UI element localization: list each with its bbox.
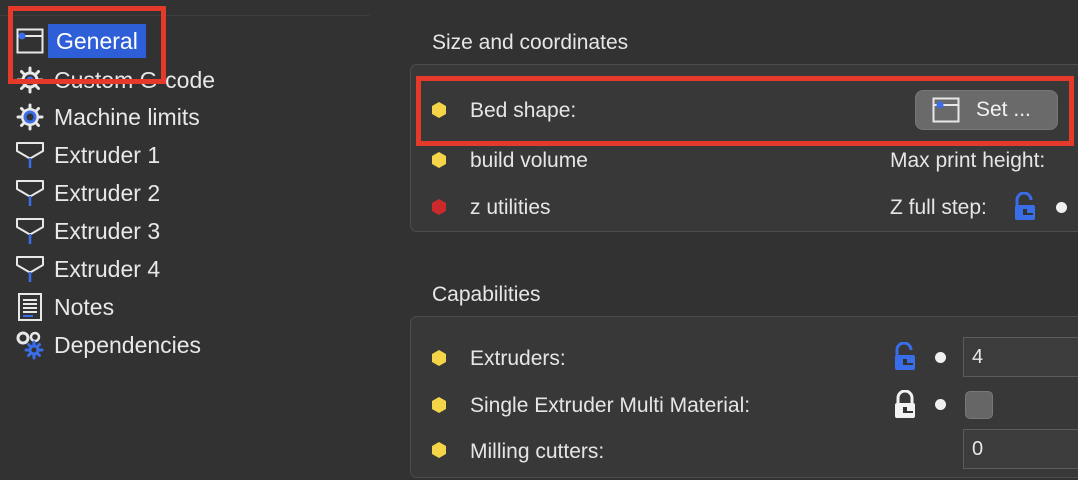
expert-mode-bullet-icon: [432, 199, 446, 215]
sidebar-item-label: Notes: [54, 294, 115, 320]
extruder-icon: [14, 177, 46, 209]
z-utilities-label: z utilities: [470, 196, 551, 219]
simple-mode-bullet-icon: [432, 442, 446, 458]
simple-mode-bullet-icon: [432, 350, 446, 366]
sidebar-item-notes[interactable]: Notes: [14, 289, 114, 325]
simple-mode-bullet-icon: [432, 102, 446, 118]
gear-limit-icon: [14, 101, 46, 133]
extruder-icon: [14, 215, 46, 247]
sidebar-item-extruder-2[interactable]: Extruder 2: [14, 175, 160, 211]
set-button-label: Set ...: [976, 98, 1031, 121]
unlock-icon[interactable]: [1013, 192, 1039, 222]
max-print-height-label: Max print height:: [890, 149, 1046, 172]
sidebar-item-extruder-3[interactable]: Extruder 3: [14, 213, 160, 249]
sidebar-item-label: Extruder 1: [54, 142, 161, 168]
single-extruder-mm-label: Single Extruder Multi Material:: [470, 394, 751, 417]
bed-shape-icon: [932, 97, 960, 123]
sidebar-item-label: Extruder 4: [54, 256, 161, 282]
general-page-icon: [14, 25, 46, 57]
value-system-dot: [935, 352, 946, 363]
dependencies-icon: [14, 329, 46, 361]
extruders-label: Extruders:: [470, 347, 566, 370]
sidebar-item-label: Dependencies: [54, 332, 202, 358]
sidebar-item-extruder-4[interactable]: Extruder 4: [14, 251, 160, 287]
settings-sidebar: General Custom G-code Machine limits Ext…: [0, 0, 370, 480]
extruders-count-input[interactable]: 4: [963, 337, 1078, 377]
sidebar-item-dependencies[interactable]: Dependencies: [14, 327, 201, 363]
extruder-icon: [14, 139, 46, 171]
single-extruder-mm-checkbox[interactable]: [965, 391, 993, 419]
sidebar-item-label: Machine limits: [54, 104, 200, 130]
lock-icon[interactable]: [892, 390, 918, 420]
build-volume-label: build volume: [470, 149, 588, 172]
sidebar-item-label: General: [48, 24, 146, 58]
sidebar-item-label: Custom G-code: [54, 67, 216, 93]
unlock-icon[interactable]: [893, 342, 919, 372]
milling-cutters-label: Milling cutters:: [470, 440, 605, 463]
sidebar-item-machine-limits[interactable]: Machine limits: [14, 99, 200, 135]
sidebar-item-custom-gcode[interactable]: Custom G-code: [14, 62, 215, 98]
gear-icon: [14, 64, 46, 96]
milling-cutters-input[interactable]: 0: [963, 429, 1078, 469]
bed-shape-set-button[interactable]: Set ...: [915, 90, 1058, 130]
sidebar-item-label: Extruder 2: [54, 180, 161, 206]
value-system-dot: [1056, 202, 1067, 213]
extruder-icon: [14, 253, 46, 285]
section-title-size: Size and coordinates: [432, 31, 629, 54]
sidebar-divider: [0, 15, 370, 16]
bed-shape-label: Bed shape:: [470, 99, 577, 122]
section-title-capabilities: Capabilities: [432, 283, 541, 306]
notes-icon: [14, 291, 46, 323]
value-system-dot: [935, 399, 946, 410]
simple-mode-bullet-icon: [432, 397, 446, 413]
simple-mode-bullet-icon: [432, 152, 446, 168]
sidebar-item-general[interactable]: General: [14, 23, 146, 59]
z-full-step-label: Z full step:: [890, 196, 987, 219]
sidebar-item-label: Extruder 3: [54, 218, 161, 244]
sidebar-item-extruder-1[interactable]: Extruder 1: [14, 137, 160, 173]
